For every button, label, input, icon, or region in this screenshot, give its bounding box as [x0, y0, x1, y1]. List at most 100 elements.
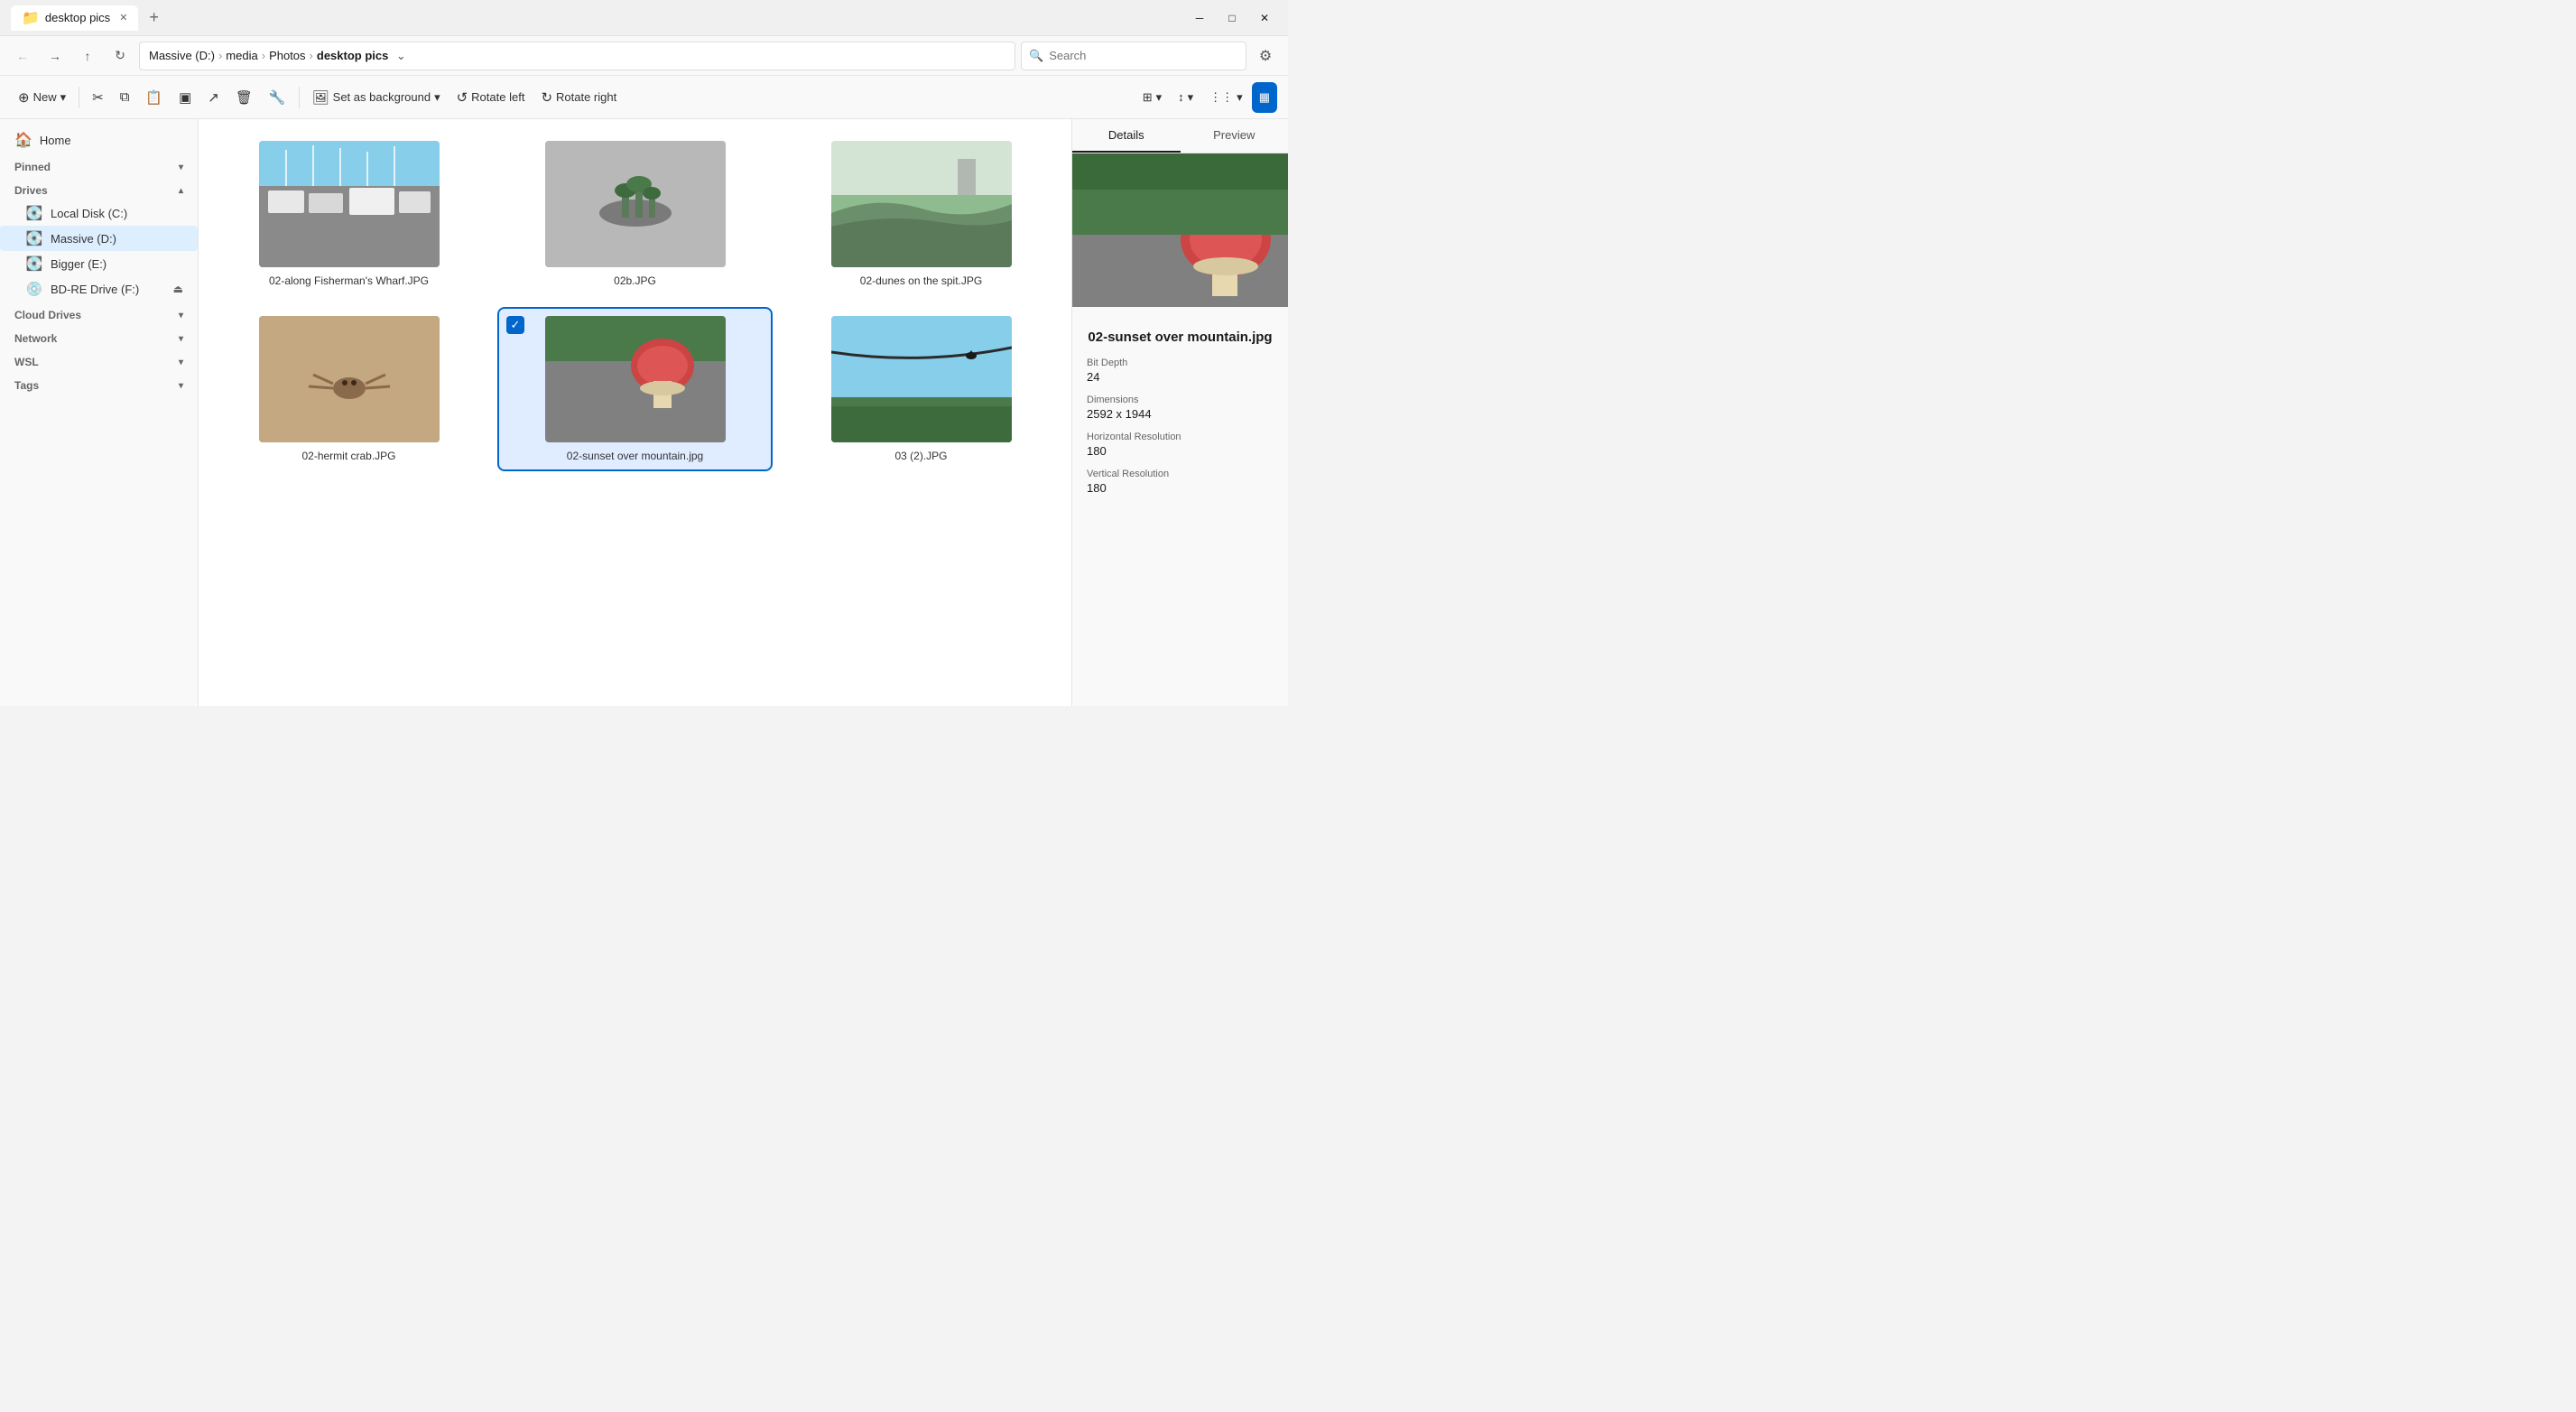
view-icon: ⊞ — [1143, 90, 1153, 105]
copy-button[interactable]: ⧉ — [113, 82, 137, 113]
share-button[interactable]: ↗ — [200, 82, 227, 113]
toolbar-separator-2 — [299, 87, 300, 108]
back-button[interactable]: ← — [9, 42, 36, 70]
set-background-button[interactable]: 🖼 Set as background ▾ — [305, 82, 448, 113]
settings-button[interactable]: ⚙ — [1252, 42, 1279, 70]
sidebar-massive[interactable]: 💽 Massive (D:) — [0, 226, 198, 251]
breadcrumb: Massive (D:) › media › Photos › desktop … — [139, 42, 1015, 70]
view-options-button[interactable]: ⊞ ▾ — [1135, 82, 1169, 113]
detail-preview-image — [1072, 153, 1288, 307]
window-tab[interactable]: 📁 desktop pics ✕ — [11, 5, 138, 31]
tags-chevron: ▾ — [179, 381, 183, 391]
file-item[interactable]: 03 (2).JPG — [785, 309, 1057, 469]
sidebar-bigger[interactable]: 💽 Bigger (E:) — [0, 251, 198, 276]
search-input[interactable] — [1049, 49, 1238, 62]
forward-button[interactable]: → — [42, 42, 69, 70]
sidebar-network-section[interactable]: Network ▾ — [0, 325, 198, 348]
new-button[interactable]: ⊕ New ▾ — [11, 82, 73, 113]
sidebar-tags-section[interactable]: Tags ▾ — [0, 372, 198, 395]
group-icon: ⋮⋮ — [1209, 90, 1233, 105]
minimize-button[interactable]: ─ — [1187, 9, 1212, 27]
file-item[interactable]: 02-along Fisherman's Wharf.JPG — [213, 134, 485, 294]
file-item[interactable]: ✓ 02-sunset over mountain.jpg — [499, 309, 771, 469]
sidebar-local-disk[interactable]: 💽 Local Disk (C:) — [0, 200, 198, 226]
breadcrumb-massive[interactable]: Massive (D:) — [149, 49, 215, 62]
breadcrumb-desktop-pics[interactable]: desktop pics — [317, 49, 388, 62]
detail-tabs: Details Preview — [1072, 119, 1288, 153]
dimensions-row: Dimensions 2592 x 1944 — [1087, 395, 1274, 421]
sidebar-home[interactable]: 🏠 Home — [0, 126, 198, 153]
file-thumbnail — [259, 141, 440, 267]
file-name: 02-along Fisherman's Wharf.JPG — [269, 274, 429, 287]
rename-button[interactable]: ▣ — [171, 82, 199, 113]
detail-panel: Details Preview 02-sunset over mountain.… — [1071, 119, 1288, 706]
refresh-button[interactable]: ↻ — [107, 42, 134, 70]
nav-bar: ← → ↑ ↻ Massive (D:) › media › Photos › … — [0, 36, 1288, 76]
sidebar-drives-section[interactable]: Drives ▴ — [0, 177, 198, 200]
detail-filename: 02-sunset over mountain.jpg — [1087, 329, 1274, 347]
set-background-dropdown: ▾ — [434, 90, 440, 105]
sidebar-wsl-section[interactable]: WSL ▾ — [0, 348, 198, 372]
bigger-label: Bigger (E:) — [51, 257, 107, 271]
tab-title: desktop pics — [45, 11, 110, 24]
rotate-left-icon: ↺ — [457, 89, 468, 106]
rotate-right-icon: ↻ — [541, 89, 552, 106]
paste-button[interactable]: 📋 — [138, 82, 170, 113]
breadcrumb-media[interactable]: media — [226, 49, 257, 62]
file-item[interactable]: 02b.JPG — [499, 134, 771, 294]
local-disk-label: Local Disk (C:) — [51, 207, 127, 220]
breadcrumb-dropdown[interactable]: ⌄ — [392, 42, 410, 70]
tab-close-button[interactable]: ✕ — [119, 12, 127, 23]
window-controls: ─ □ ✕ — [1187, 9, 1277, 27]
horizontal-res-value: 180 — [1087, 444, 1274, 458]
new-dropdown-icon: ▾ — [60, 90, 67, 105]
breadcrumb-photos[interactable]: Photos — [269, 49, 305, 62]
dimensions-value: 2592 x 1944 — [1087, 407, 1274, 421]
file-item[interactable]: 02-hermit crab.JPG — [213, 309, 485, 469]
set-background-icon: 🖼 — [312, 89, 329, 106]
massive-label: Massive (D:) — [51, 232, 116, 246]
home-icon: 🏠 — [14, 131, 32, 149]
sort-dropdown: ▾ — [1188, 90, 1194, 105]
file-name: 03 (2).JPG — [894, 450, 947, 462]
selection-checkmark: ✓ — [506, 316, 524, 334]
drives-label: Drives — [14, 184, 48, 197]
horizontal-res-label: Horizontal Resolution — [1087, 432, 1274, 442]
massive-disk-icon: 💽 — [25, 230, 43, 246]
view-dropdown: ▾ — [1156, 90, 1163, 105]
content-area: 02-along Fisherman's Wharf.JPG — [199, 119, 1071, 706]
sidebar: 🏠 Home Pinned ▾ Drives ▴ 💽 Local Disk (C… — [0, 119, 199, 706]
pinned-label: Pinned — [14, 161, 51, 173]
wire-image — [831, 316, 1012, 442]
mushroom-image — [545, 316, 726, 442]
details-tab[interactable]: Details — [1072, 119, 1181, 153]
marina-image — [259, 141, 440, 267]
file-item[interactable]: 02-dunes on the spit.JPG — [785, 134, 1057, 294]
vertical-res-value: 180 — [1087, 481, 1274, 495]
detail-info: 02-sunset over mountain.jpg Bit Depth 24… — [1072, 307, 1288, 516]
maximize-button[interactable]: □ — [1219, 9, 1245, 27]
group-button[interactable]: ⋮⋮ ▾ — [1202, 82, 1250, 113]
cut-button[interactable]: ✂ — [85, 82, 111, 113]
properties-button[interactable]: 🔧 — [262, 82, 293, 113]
sidebar-bdre[interactable]: 💿 BD-RE Drive (F:) ⏏ — [0, 276, 198, 302]
rotate-right-button[interactable]: ↻ Rotate right — [533, 82, 624, 113]
sort-button[interactable]: ↕ ▾ — [1171, 82, 1200, 113]
cloud-chevron: ▾ — [179, 311, 183, 320]
preview-tab[interactable]: Preview — [1181, 119, 1289, 153]
sidebar-cloud-section[interactable]: Cloud Drives ▾ — [0, 302, 198, 325]
delete-button[interactable]: 🗑 — [228, 82, 260, 113]
cut-icon: ✂ — [92, 89, 104, 106]
search-icon: 🔍 — [1029, 49, 1043, 63]
close-button[interactable]: ✕ — [1252, 9, 1277, 27]
sidebar-pinned-section[interactable]: Pinned ▾ — [0, 153, 198, 177]
current-view-button[interactable]: ▦ — [1252, 82, 1277, 113]
island-image — [545, 141, 726, 267]
main-layout: 🏠 Home Pinned ▾ Drives ▴ 💽 Local Disk (C… — [0, 119, 1288, 706]
rotate-left-button[interactable]: ↺ Rotate left — [449, 82, 533, 113]
file-thumbnail — [259, 316, 440, 442]
sort-icon: ↕ — [1178, 90, 1184, 104]
new-tab-button[interactable]: + — [149, 8, 159, 27]
share-icon: ↗ — [208, 89, 219, 106]
up-button[interactable]: ↑ — [74, 42, 101, 70]
